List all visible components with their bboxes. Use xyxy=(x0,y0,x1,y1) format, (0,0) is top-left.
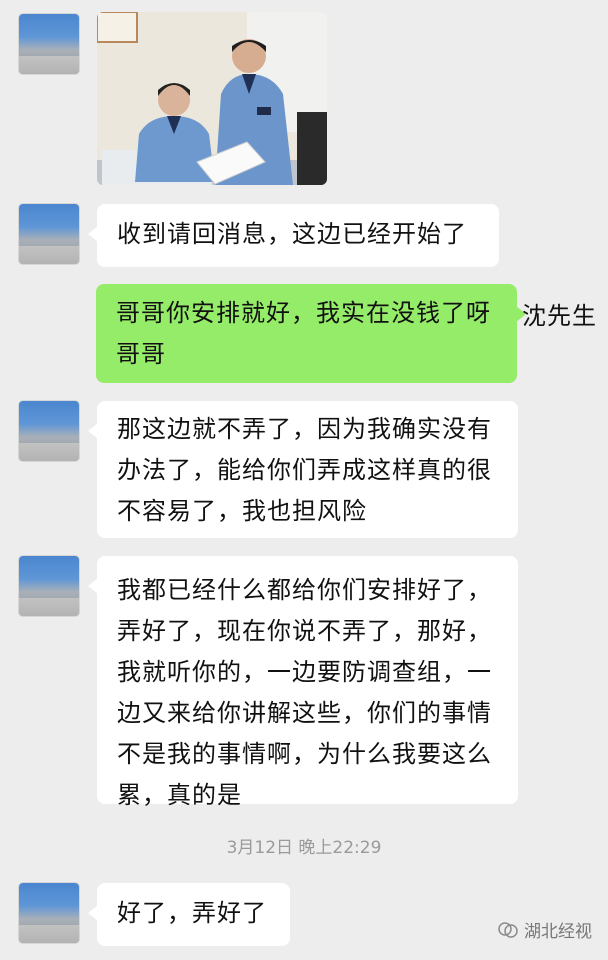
message-timestamp: 3月12日 晚上22:29 xyxy=(226,838,382,858)
photo-police-officers xyxy=(97,12,327,185)
incoming-message[interactable]: 那这边就不弄了，因为我确实没有 办法了，能给你们弄成这样真的很 不容易了，我也担… xyxy=(88,401,518,538)
contact-avatar[interactable] xyxy=(19,401,79,461)
contact-avatar[interactable] xyxy=(19,556,79,616)
contact-avatar[interactable] xyxy=(19,14,79,74)
contact-avatar[interactable] xyxy=(19,883,79,943)
contact-avatar[interactable] xyxy=(19,204,79,264)
sender-name: 沈先生 xyxy=(522,302,597,330)
watermark: 湖北经视 xyxy=(498,917,592,942)
wechat-channel-icon xyxy=(498,921,518,938)
photo-message[interactable] xyxy=(97,12,327,185)
outgoing-message[interactable]: 哥哥你安排就好，我实在没钱了呀 哥哥 xyxy=(96,284,526,383)
incoming-message[interactable]: 好了，弄好了 xyxy=(88,883,290,946)
watermark-text: 湖北经视 xyxy=(524,922,592,942)
incoming-message[interactable]: 收到请回消息，这边已经开始了 xyxy=(88,204,499,267)
incoming-message[interactable]: 我都已经什么都给你们安排好了， 弄好了，现在你说不弄了，那好， 我就听你的，一边… xyxy=(88,556,518,809)
